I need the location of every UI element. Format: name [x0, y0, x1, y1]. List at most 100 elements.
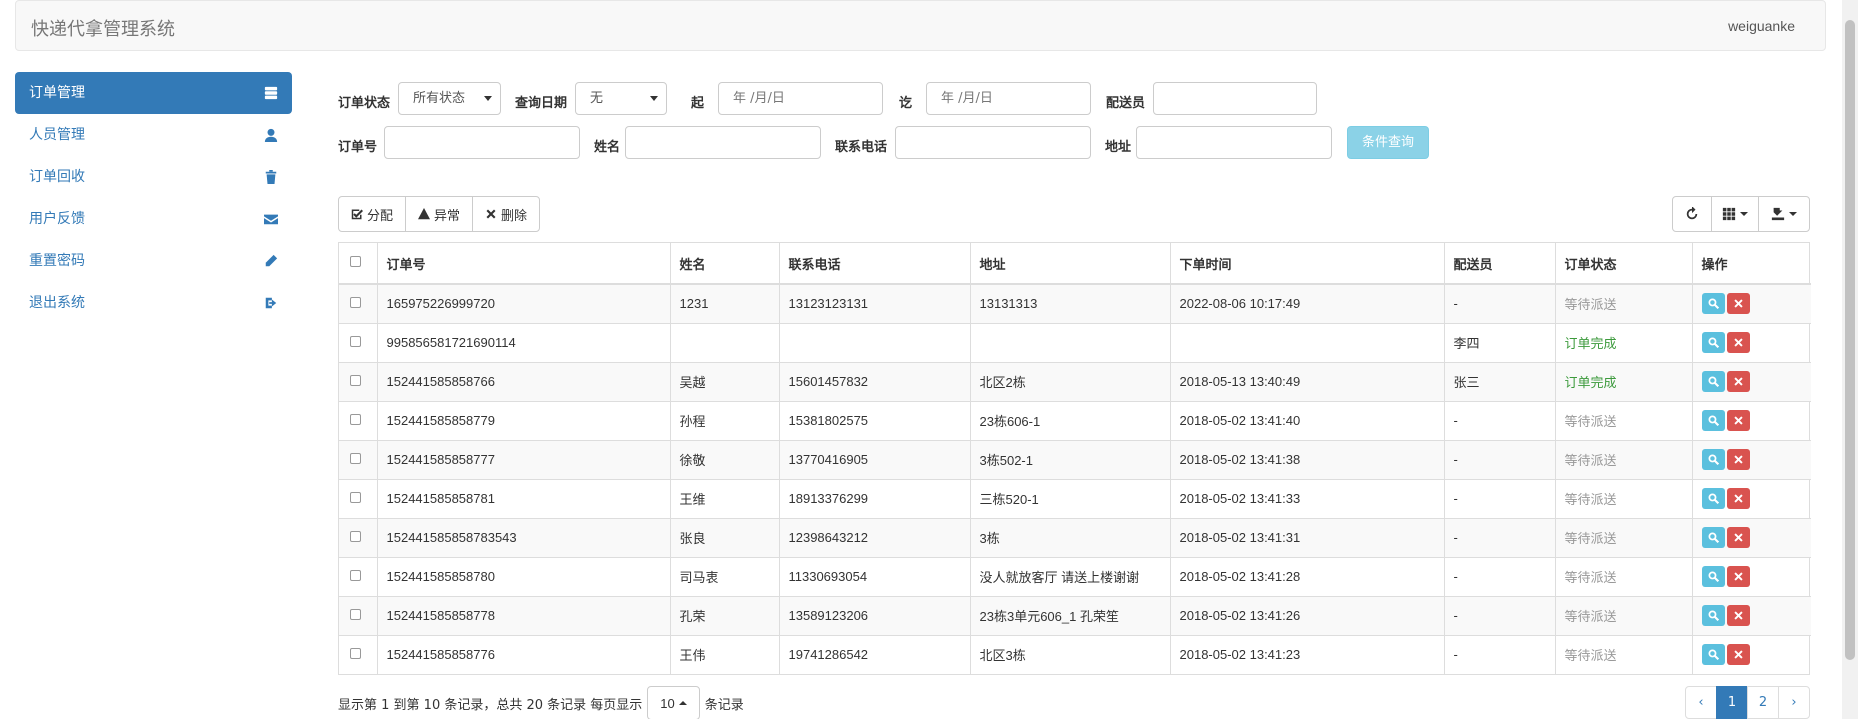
sidebar-item-logout[interactable]: 退出系统	[15, 282, 292, 324]
page-1-button[interactable]: 1	[1716, 686, 1748, 719]
delete-order-button[interactable]	[1726, 644, 1750, 666]
delete-order-button[interactable]	[1726, 605, 1750, 626]
delete-order-button[interactable]	[1726, 410, 1750, 431]
col-address[interactable]: 地址	[970, 243, 1171, 285]
sidebar-item-feedback[interactable]: 用户反馈	[15, 198, 292, 240]
table-row[interactable]: 995856581721690114 李四 订单完成	[339, 322, 1811, 362]
view-order-button[interactable]	[1701, 371, 1725, 392]
table-row[interactable]: 152441585858776 王伟 19741286542 北区3栋 2018-05-…	[339, 634, 1811, 674]
scrollbar-thumb[interactable]	[1845, 20, 1855, 660]
close-icon	[1733, 650, 1743, 659]
row-checkbox[interactable]	[350, 297, 361, 309]
delete-order-button[interactable]	[1726, 371, 1750, 392]
row-checkbox[interactable]	[350, 609, 361, 620]
table-row[interactable]: 152441585858777 徐敬 13770416905 3栋502-1 2018-…	[339, 439, 1811, 479]
view-order-button[interactable]	[1701, 332, 1725, 353]
end-date-label: 讫	[899, 96, 913, 111]
sidebar-item-staff[interactable]: 人员管理	[15, 114, 292, 156]
username-label[interactable]: weiguanke	[1728, 18, 1795, 34]
columns-button[interactable]	[1711, 196, 1759, 232]
close-icon	[1733, 494, 1743, 503]
table-row[interactable]: 152441585858780 司马衷 11330693054 没人就放客厅 请送上楼…	[339, 556, 1811, 596]
close-icon	[1733, 416, 1743, 425]
next-page-button[interactable]: ›	[1778, 686, 1810, 719]
table-row[interactable]: 152441585858781 王维 18913376299 三栋520-1 2018-…	[339, 478, 1811, 518]
app-title[interactable]: 快递代拿管理系统	[31, 15, 175, 41]
prev-page-button[interactable]: ‹	[1685, 686, 1717, 719]
col-courier[interactable]: 配送员	[1444, 243, 1556, 285]
abnormal-button[interactable]: 异常	[405, 196, 474, 232]
name-input[interactable]	[625, 126, 821, 159]
row-checkbox[interactable]	[350, 492, 361, 503]
view-order-button[interactable]	[1701, 449, 1725, 470]
search-icon	[1708, 454, 1719, 465]
table-row[interactable]: 152441585858779 孙程 15381802575 23栋606-1 2018…	[339, 400, 1811, 440]
view-order-button[interactable]	[1701, 488, 1725, 509]
page-2-button[interactable]: 2	[1747, 686, 1779, 719]
phone-input[interactable]	[895, 126, 1091, 159]
select-all-cell	[339, 243, 378, 285]
col-phone[interactable]: 联系电话	[779, 243, 971, 285]
table-row[interactable]: 165975226999720 1231 13123123131 13131313 20…	[339, 283, 1811, 323]
table-row[interactable]: 152441585858766 吴越 15601457832 北区2栋 2018-05-…	[339, 361, 1811, 401]
start-date-input[interactable]: 年 /月/日	[718, 82, 883, 115]
view-order-button[interactable]	[1701, 566, 1725, 587]
name-cell: 孙程	[670, 400, 780, 440]
export-button[interactable]	[1758, 196, 1810, 232]
view-order-button[interactable]	[1701, 293, 1725, 315]
delete-order-button[interactable]	[1726, 293, 1750, 315]
phone-cell: 11330693054	[779, 556, 971, 596]
date-type-select[interactable]: 无	[575, 82, 667, 115]
delete-button[interactable]: 删除	[472, 196, 541, 232]
table-tools	[1672, 196, 1810, 232]
order-no-cell: 165975226999720	[377, 283, 671, 323]
close-icon	[1733, 338, 1743, 347]
sidebar-item-reset-password[interactable]: 重置密码	[15, 240, 292, 282]
col-order-no[interactable]: 订单号	[377, 243, 671, 285]
filter-row-1: 订单状态 所有状态 查询日期 无 起 年 /月/日 讫 年 /月/日 配送员	[338, 82, 1808, 126]
chevron-down-icon	[1740, 212, 1748, 216]
view-order-button[interactable]	[1701, 605, 1725, 626]
page-size-dropdown[interactable]: 10	[647, 686, 700, 719]
delete-order-button[interactable]	[1726, 449, 1750, 470]
table-row[interactable]: 152441585858778 孔荣 13589123206 23栋3单元606_1 …	[339, 595, 1811, 635]
trash-icon	[262, 156, 280, 198]
address-cell: 3栋502-1	[970, 439, 1171, 479]
row-checkbox[interactable]	[350, 531, 361, 542]
end-date-input[interactable]: 年 /月/日	[926, 82, 1091, 115]
address-input[interactable]	[1136, 126, 1332, 159]
order-no-input[interactable]	[384, 126, 580, 159]
query-button[interactable]: 条件查询	[1347, 126, 1429, 159]
view-order-button[interactable]	[1701, 410, 1725, 431]
phone-cell: 19741286542	[779, 634, 971, 674]
refresh-button[interactable]	[1672, 196, 1712, 232]
row-checkbox[interactable]	[350, 336, 361, 347]
status-value: 所有状态	[413, 91, 466, 106]
courier-input[interactable]	[1153, 82, 1317, 115]
row-checkbox[interactable]	[350, 570, 361, 581]
row-checkbox[interactable]	[350, 453, 361, 464]
col-status[interactable]: 订单状态	[1555, 243, 1693, 285]
row-checkbox[interactable]	[350, 648, 361, 660]
delete-order-button[interactable]	[1726, 332, 1750, 353]
sidebar-item-orders[interactable]: 订单管理	[15, 72, 292, 114]
courier-cell: -	[1444, 556, 1556, 596]
delete-order-button[interactable]	[1726, 488, 1750, 509]
table-row[interactable]: 152441585858783543 张良 12398643212 3栋 2018-05…	[339, 517, 1811, 557]
col-time[interactable]: 下单时间	[1170, 243, 1445, 285]
sidebar-item-recycle[interactable]: 订单回收	[15, 156, 292, 198]
vertical-scrollbar[interactable]	[1842, 0, 1858, 719]
delete-order-button[interactable]	[1726, 566, 1750, 587]
view-order-button[interactable]	[1701, 527, 1725, 548]
courier-cell: 张三	[1444, 361, 1556, 401]
view-order-button[interactable]	[1701, 644, 1725, 666]
row-checkbox[interactable]	[350, 414, 361, 425]
col-name[interactable]: 姓名	[670, 243, 780, 285]
select-all-checkbox[interactable]	[350, 255, 361, 267]
refresh-icon	[1686, 207, 1698, 220]
pagination: ‹ 1 2 ›	[1685, 686, 1810, 719]
row-checkbox[interactable]	[350, 375, 361, 386]
delete-order-button[interactable]	[1726, 527, 1750, 548]
assign-button[interactable]: 分配	[338, 196, 407, 232]
status-select[interactable]: 所有状态	[398, 82, 501, 115]
